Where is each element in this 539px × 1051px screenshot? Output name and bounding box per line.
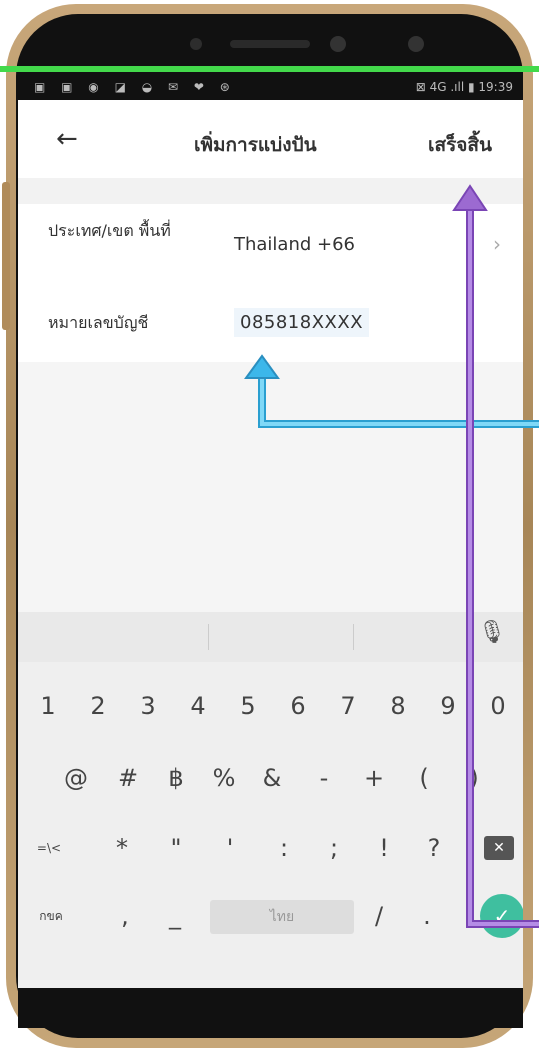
annotation-purple-arrow	[466, 204, 539, 928]
annotation-purple-arrowhead	[452, 184, 488, 211]
annotation-blue-arrowhead	[244, 354, 280, 379]
annotation-blue-arrow	[258, 372, 539, 428]
annotation-overlay	[244, 184, 539, 928]
